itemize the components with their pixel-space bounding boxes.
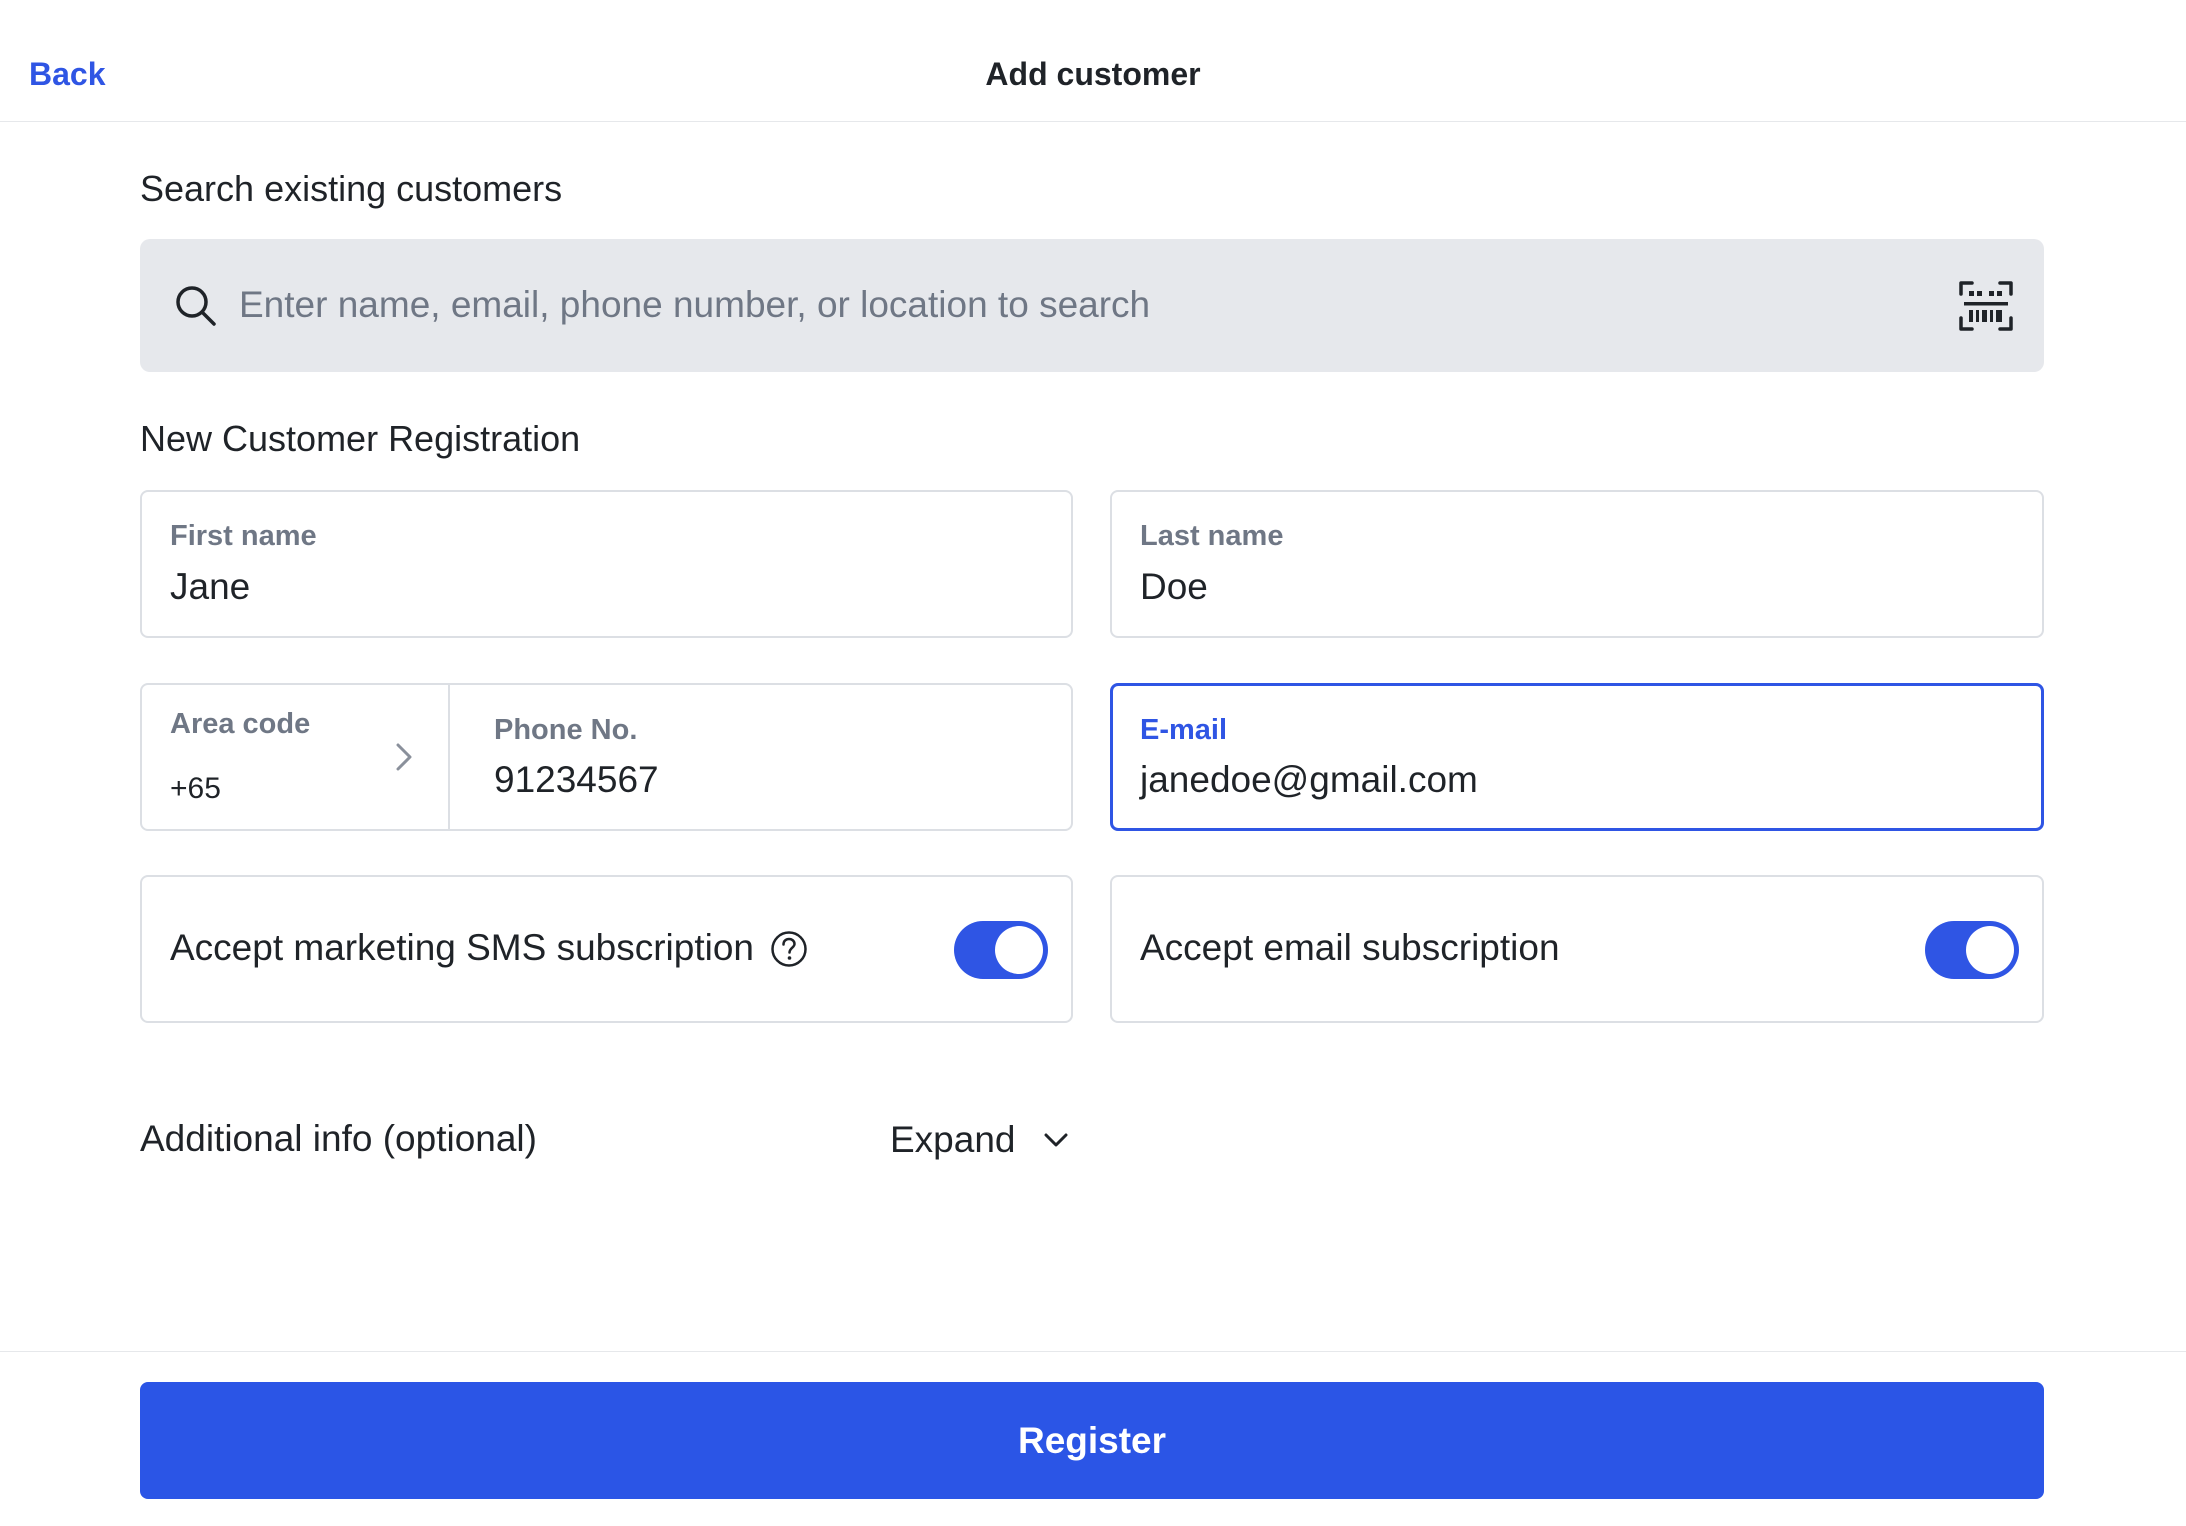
last-name-value[interactable]: Doe — [1140, 566, 1208, 608]
search-icon — [176, 286, 216, 326]
chevron-down-icon — [1044, 1133, 1067, 1147]
toggle-knob — [995, 926, 1043, 974]
register-button[interactable]: Register — [140, 1382, 2044, 1499]
additional-info-label: Additional info (optional) — [140, 1118, 537, 1159]
top-bar: Back Add customer — [0, 0, 2186, 122]
phone-field[interactable]: Phone No. 91234567 — [450, 685, 1071, 829]
search-input[interactable] — [239, 267, 1879, 343]
question-circle-icon[interactable] — [770, 930, 808, 968]
email-label: E-mail — [1140, 714, 1228, 746]
barcode-scan-icon[interactable] — [1958, 280, 2014, 332]
phone-value[interactable]: 91234567 — [494, 759, 659, 801]
first-name-label: First name — [170, 520, 317, 552]
sms-subscription-card: Accept marketing SMS subscription — [140, 875, 1073, 1023]
last-name-field[interactable]: Last name Doe — [1110, 490, 2044, 638]
expand-button[interactable]: Expand — [890, 1118, 1070, 1162]
registration-section-heading: New Customer Registration — [140, 418, 581, 459]
first-name-value[interactable]: Jane — [170, 566, 250, 608]
last-name-label: Last name — [1140, 520, 1284, 552]
first-name-field[interactable]: First name Jane — [140, 490, 1073, 638]
sms-subscription-label: Accept marketing SMS subscription — [170, 927, 755, 968]
email-subscription-label: Accept email subscription — [1140, 927, 1560, 968]
email-subscription-toggle[interactable] — [1925, 921, 2019, 979]
area-code-selector[interactable]: Area code +65 — [142, 685, 448, 829]
chevron-right-icon — [396, 743, 412, 771]
page-title: Add customer — [985, 56, 1201, 92]
footer-divider — [0, 1351, 2186, 1352]
expand-label: Expand — [890, 1119, 1016, 1160]
search-box[interactable] — [140, 239, 2044, 372]
toggle-knob — [1966, 926, 2014, 974]
email-subscription-card: Accept email subscription — [1110, 875, 2044, 1023]
phone-group: Area code +65 Phone No. 91234567 — [140, 683, 1073, 831]
area-code-value: +65 — [170, 772, 221, 805]
phone-label: Phone No. — [494, 714, 638, 746]
email-value[interactable]: janedoe@gmail.com — [1140, 759, 1478, 801]
email-field[interactable]: E-mail janedoe@gmail.com — [1110, 683, 2044, 831]
add-customer-screen: Back Add customer Search existing custom… — [0, 0, 2186, 1526]
sms-subscription-toggle[interactable] — [954, 921, 1048, 979]
search-section-heading: Search existing customers — [140, 168, 563, 209]
area-code-label: Area code — [170, 708, 311, 740]
